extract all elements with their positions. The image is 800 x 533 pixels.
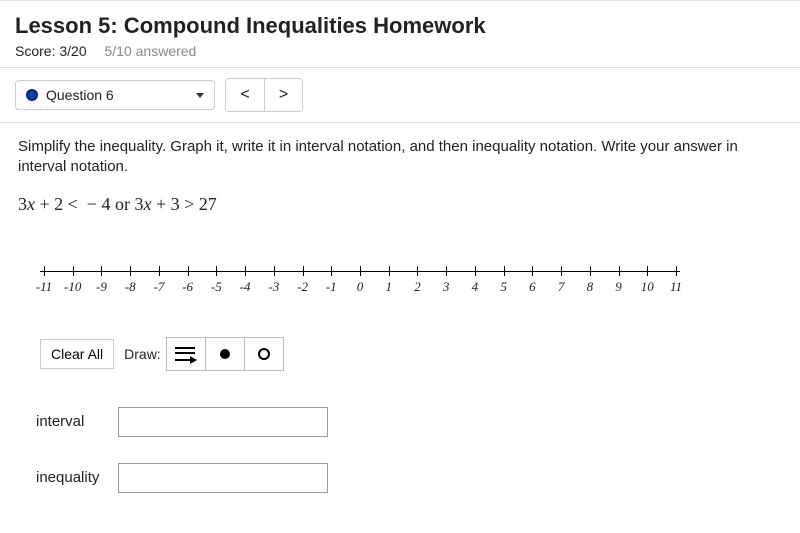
tick-label: -6 xyxy=(182,279,193,295)
interval-input[interactable] xyxy=(118,407,328,437)
tick xyxy=(590,266,591,276)
tick xyxy=(44,266,45,276)
draw-tools-row: Clear All Draw: xyxy=(40,337,782,371)
tick-label: 11 xyxy=(670,279,682,295)
open-point-tool-button[interactable] xyxy=(244,337,284,371)
page-header: Lesson 5: Compound Inequalities Homework… xyxy=(0,0,800,68)
tick-label: 10 xyxy=(641,279,654,295)
tick xyxy=(532,266,533,276)
tick-label: 3 xyxy=(443,279,450,295)
tick-label: -11 xyxy=(36,279,52,295)
tick xyxy=(159,266,160,276)
tick xyxy=(647,266,648,276)
status-dot-icon xyxy=(26,89,38,101)
question-content: Simplify the inequality. Graph it, write… xyxy=(0,123,800,533)
tick-label: 1 xyxy=(385,279,392,295)
tick-label: 2 xyxy=(414,279,421,295)
tick xyxy=(216,266,217,276)
tick xyxy=(274,266,275,276)
tick xyxy=(676,266,677,276)
chevron-down-icon xyxy=(196,93,204,98)
tick-label: 6 xyxy=(529,279,536,295)
tick-label: -7 xyxy=(153,279,164,295)
tick xyxy=(245,266,246,276)
tick-label: 7 xyxy=(558,279,565,295)
answered-text: 5/10 answered xyxy=(105,43,197,59)
tick xyxy=(504,266,505,276)
tick xyxy=(619,266,620,276)
tick xyxy=(331,266,332,276)
tick xyxy=(389,266,390,276)
tick-label: -10 xyxy=(64,279,81,295)
number-line[interactable]: -11-10-9-8-7-6-5-4-3-2-101234567891011 xyxy=(40,263,680,307)
ray-icon xyxy=(173,342,199,366)
tick-label: 8 xyxy=(587,279,594,295)
question-dropdown[interactable]: Question 6 xyxy=(15,80,215,110)
question-nav: < > xyxy=(225,78,303,112)
draw-label: Draw: xyxy=(124,346,161,362)
tick-label: -3 xyxy=(268,279,279,295)
ray-tool-button[interactable] xyxy=(166,337,206,371)
inequality-label: inequality xyxy=(36,469,108,486)
tick xyxy=(73,266,74,276)
tick xyxy=(561,266,562,276)
tick xyxy=(188,266,189,276)
tick-label: 4 xyxy=(472,279,479,295)
inequality-row: inequality xyxy=(36,463,782,493)
chevron-right-icon: > xyxy=(279,86,288,104)
tick xyxy=(446,266,447,276)
clear-all-button[interactable]: Clear All xyxy=(40,339,114,369)
tick-label: -2 xyxy=(297,279,308,295)
chevron-left-icon: < xyxy=(240,86,249,104)
prev-question-button[interactable]: < xyxy=(226,79,264,111)
question-toolbar: Question 6 < > xyxy=(0,68,800,123)
tick-label: 9 xyxy=(615,279,622,295)
math-expression: 3x + 2 < − 4 or 3x + 3 > 27 xyxy=(18,194,782,215)
tick-label: -5 xyxy=(211,279,222,295)
interval-row: interval xyxy=(36,407,782,437)
question-dropdown-label: Question 6 xyxy=(46,87,114,103)
tick-label: -1 xyxy=(326,279,337,295)
tick xyxy=(417,266,418,276)
next-question-button[interactable]: > xyxy=(264,79,302,111)
tick xyxy=(303,266,304,276)
tick-label: 5 xyxy=(500,279,507,295)
tick xyxy=(360,266,361,276)
inequality-input[interactable] xyxy=(118,463,328,493)
page-title: Lesson 5: Compound Inequalities Homework xyxy=(15,13,785,39)
tick-label: -8 xyxy=(125,279,136,295)
tick xyxy=(475,266,476,276)
closed-point-tool-button[interactable] xyxy=(205,337,245,371)
score-text: Score: 3/20 xyxy=(15,43,87,59)
score-row: Score: 3/20 5/10 answered xyxy=(15,43,785,59)
tick-label: 0 xyxy=(357,279,364,295)
tick-label: -4 xyxy=(240,279,251,295)
tick-label: -9 xyxy=(96,279,107,295)
tick xyxy=(101,266,102,276)
filled-dot-icon xyxy=(217,346,233,362)
open-dot-icon xyxy=(256,346,272,362)
instructions-text: Simplify the inequality. Graph it, write… xyxy=(18,137,782,178)
tick xyxy=(130,266,131,276)
interval-label: interval xyxy=(36,413,108,430)
